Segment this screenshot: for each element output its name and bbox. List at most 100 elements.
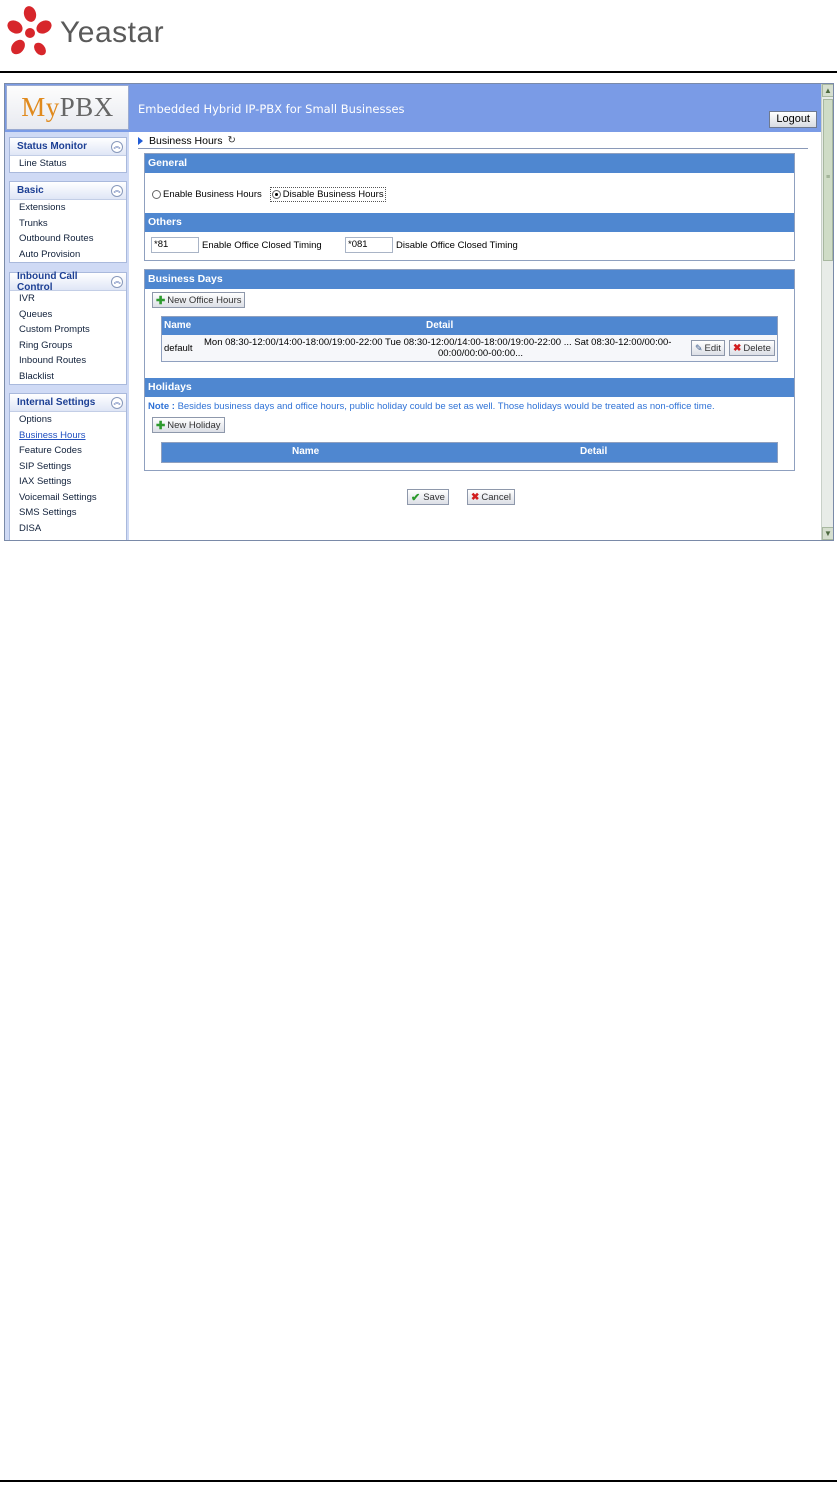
row-detail-line1: Mon 08:30-12:00/14:00-18:00/19:00-22:00 … xyxy=(204,337,672,348)
disable-business-hours-label: Disable Business Hours xyxy=(282,189,384,200)
scroll-up-icon[interactable]: ▲ xyxy=(822,84,833,97)
holidays-section: Holidays Note : Besides business days an… xyxy=(145,378,794,470)
vertical-scrollbar[interactable]: ▲ ≡ ▼ xyxy=(821,84,833,540)
new-office-hours-label: New Office Hours xyxy=(167,294,242,306)
column-header-name: Name xyxy=(164,320,192,331)
app-title: Embedded Hybrid IP-PBX for Small Busines… xyxy=(138,102,405,116)
note-text: Besides business days and office hours, … xyxy=(177,401,715,412)
logout-button[interactable]: Logout xyxy=(769,111,817,128)
column-header-detail: Detail xyxy=(580,446,608,457)
edit-label: Edit xyxy=(704,342,721,354)
delete-button[interactable]: ✖ Delete xyxy=(729,340,775,356)
enable-business-hours-radio[interactable] xyxy=(152,190,161,199)
disable-business-hours-radio[interactable] xyxy=(271,190,281,199)
holidays-table: Name Detail xyxy=(161,442,778,463)
sidebar-item-sip-settings[interactable]: SIP Settings xyxy=(10,459,126,475)
sidebar-item-disa[interactable]: DISA xyxy=(10,521,126,537)
sidebar-group-title: Internal Settings xyxy=(17,397,96,408)
new-holiday-label: New Holiday xyxy=(167,419,221,431)
save-label: Save xyxy=(423,491,445,503)
sidebar-item-ring-groups[interactable]: Ring Groups xyxy=(10,338,126,354)
grip-icon: ≡ xyxy=(826,174,831,181)
brand-pbx: PBX xyxy=(59,92,114,122)
sidebar-item-options[interactable]: Options xyxy=(10,412,126,428)
mypbx-window: MyPBX Embedded Hybrid IP-PBX for Small B… xyxy=(4,83,834,541)
table-header: Name Detail xyxy=(162,317,777,335)
column-header-name: Name xyxy=(292,446,320,457)
edit-button[interactable]: ✎ Edit xyxy=(691,340,725,356)
business-hours-radio-group: Enable Business Hours Disable Business H… xyxy=(152,187,386,202)
app-banner: MyPBX Embedded Hybrid IP-PBX for Small B… xyxy=(5,84,821,132)
scroll-thumb[interactable]: ≡ xyxy=(823,99,833,261)
disable-business-hours-option[interactable]: Disable Business Hours xyxy=(269,187,386,202)
sidebar-group-basic: Basic ︽ Extensions Trunks Outbound Route… xyxy=(9,181,127,263)
sidebar-item-iax-settings[interactable]: IAX Settings xyxy=(10,474,126,490)
yeastar-logo-text: Yeastar xyxy=(60,16,165,49)
sidebar-group-status-monitor: Status Monitor ︽ Line Status xyxy=(9,137,127,173)
business-days-table: Name Detail default Mon 08:30-12:00/14:0… xyxy=(161,316,778,362)
sidebar-item-line-status[interactable]: Line Status xyxy=(10,156,126,172)
collapse-icon[interactable]: ︽ xyxy=(111,184,123,197)
sidebar-item-outbound-routes[interactable]: Outbound Routes xyxy=(10,231,126,247)
breadcrumb-arrow-icon xyxy=(138,136,143,145)
sidebar-item-business-hours[interactable]: Business Hours xyxy=(10,428,126,444)
business-days-header: Business Days xyxy=(145,270,794,289)
sidebar-item-sms-settings[interactable]: SMS Settings xyxy=(10,505,126,521)
sidebar-item-ivr[interactable]: IVR xyxy=(10,291,126,307)
brand-my: My xyxy=(21,92,60,122)
refresh-icon[interactable]: ↻ xyxy=(228,135,236,146)
sidebar-group-header[interactable]: Inbound Call Control ︽ xyxy=(10,271,126,293)
sidebar-item-blacklist[interactable]: Blacklist xyxy=(10,369,126,385)
scroll-down-icon[interactable]: ▼ xyxy=(822,527,833,540)
row-name: default xyxy=(164,343,193,354)
holidays-note: Note : Besides business days and office … xyxy=(148,401,715,412)
sidebar-item-feature-codes[interactable]: Feature Codes xyxy=(10,443,126,459)
collapse-icon[interactable]: ︽ xyxy=(111,140,123,153)
sidebar-item-voicemail-settings[interactable]: Voicemail Settings xyxy=(10,490,126,506)
new-office-hours-button[interactable]: ✚ New Office Hours xyxy=(152,292,246,308)
cancel-label: Cancel xyxy=(481,491,511,503)
sidebar-group-internal-settings: Internal Settings ︽ Options Business Hou… xyxy=(9,393,127,540)
sidebar-group-header[interactable]: Internal Settings ︽ xyxy=(10,394,126,412)
holidays-header: Holidays xyxy=(145,378,794,397)
enable-office-closed-code-input[interactable]: *81 xyxy=(151,237,199,253)
sidebar-item-inbound-routes[interactable]: Inbound Routes xyxy=(10,353,126,369)
enable-business-hours-option[interactable]: Enable Business Hours xyxy=(152,189,270,200)
collapse-icon[interactable]: ︽ xyxy=(111,275,123,288)
cancel-button[interactable]: ✖ Cancel xyxy=(467,489,515,505)
save-button[interactable]: ✔ Save xyxy=(407,489,449,505)
table-header: Name Detail xyxy=(162,443,777,462)
general-header: General xyxy=(145,154,794,173)
check-icon: ✔ xyxy=(411,491,421,504)
new-holiday-button[interactable]: ✚ New Holiday xyxy=(152,417,225,433)
delete-label: Delete xyxy=(743,342,771,354)
sidebar-group-title: Basic xyxy=(17,185,44,196)
edit-icon: ✎ xyxy=(695,342,703,353)
disable-office-closed-label: Disable Office Closed Timing xyxy=(396,240,518,251)
mypbx-logo: MyPBX xyxy=(6,85,129,130)
sidebar: Status Monitor ︽ Line Status Basic ︽ Ext… xyxy=(5,132,129,540)
table-row[interactable]: default Mon 08:30-12:00/14:00-18:00/19:0… xyxy=(162,335,777,361)
row-detail-line2: 00:00/00:00-00:00... xyxy=(438,348,524,359)
business-days-panel: Business Days ✚ New Office Hours Name De… xyxy=(144,269,795,471)
sidebar-group-header[interactable]: Status Monitor ︽ xyxy=(10,138,126,156)
sidebar-item-extensions[interactable]: Extensions xyxy=(10,200,126,216)
general-panel: General Enable Business Hours Disable Bu… xyxy=(144,153,795,261)
sidebar-group-header[interactable]: Basic ︽ xyxy=(10,182,126,200)
yeastar-flower-icon xyxy=(7,6,52,56)
sidebar-item-auto-provision[interactable]: Auto Provision xyxy=(10,247,126,263)
sidebar-item-custom-prompts[interactable]: Custom Prompts xyxy=(10,322,126,338)
sidebar-item-queues[interactable]: Queues xyxy=(10,307,126,323)
column-header-detail: Detail xyxy=(426,320,454,331)
sidebar-group-inbound-call-control: Inbound Call Control ︽ IVR Queues Custom… xyxy=(9,271,127,385)
sidebar-group-title: Status Monitor xyxy=(17,141,87,152)
cancel-icon: ✖ xyxy=(471,491,480,503)
footer-rule xyxy=(0,1480,837,1482)
collapse-icon[interactable]: ︽ xyxy=(111,396,123,409)
disable-office-closed-code-input[interactable]: *081 xyxy=(345,237,393,253)
note-prefix: Note : xyxy=(148,401,175,412)
yeastar-logo: Yeastar xyxy=(4,2,164,64)
sidebar-item-trunks[interactable]: Trunks xyxy=(10,216,126,232)
enable-business-hours-label: Enable Business Hours xyxy=(163,189,262,200)
breadcrumb: Business Hours ↻ xyxy=(138,133,808,149)
